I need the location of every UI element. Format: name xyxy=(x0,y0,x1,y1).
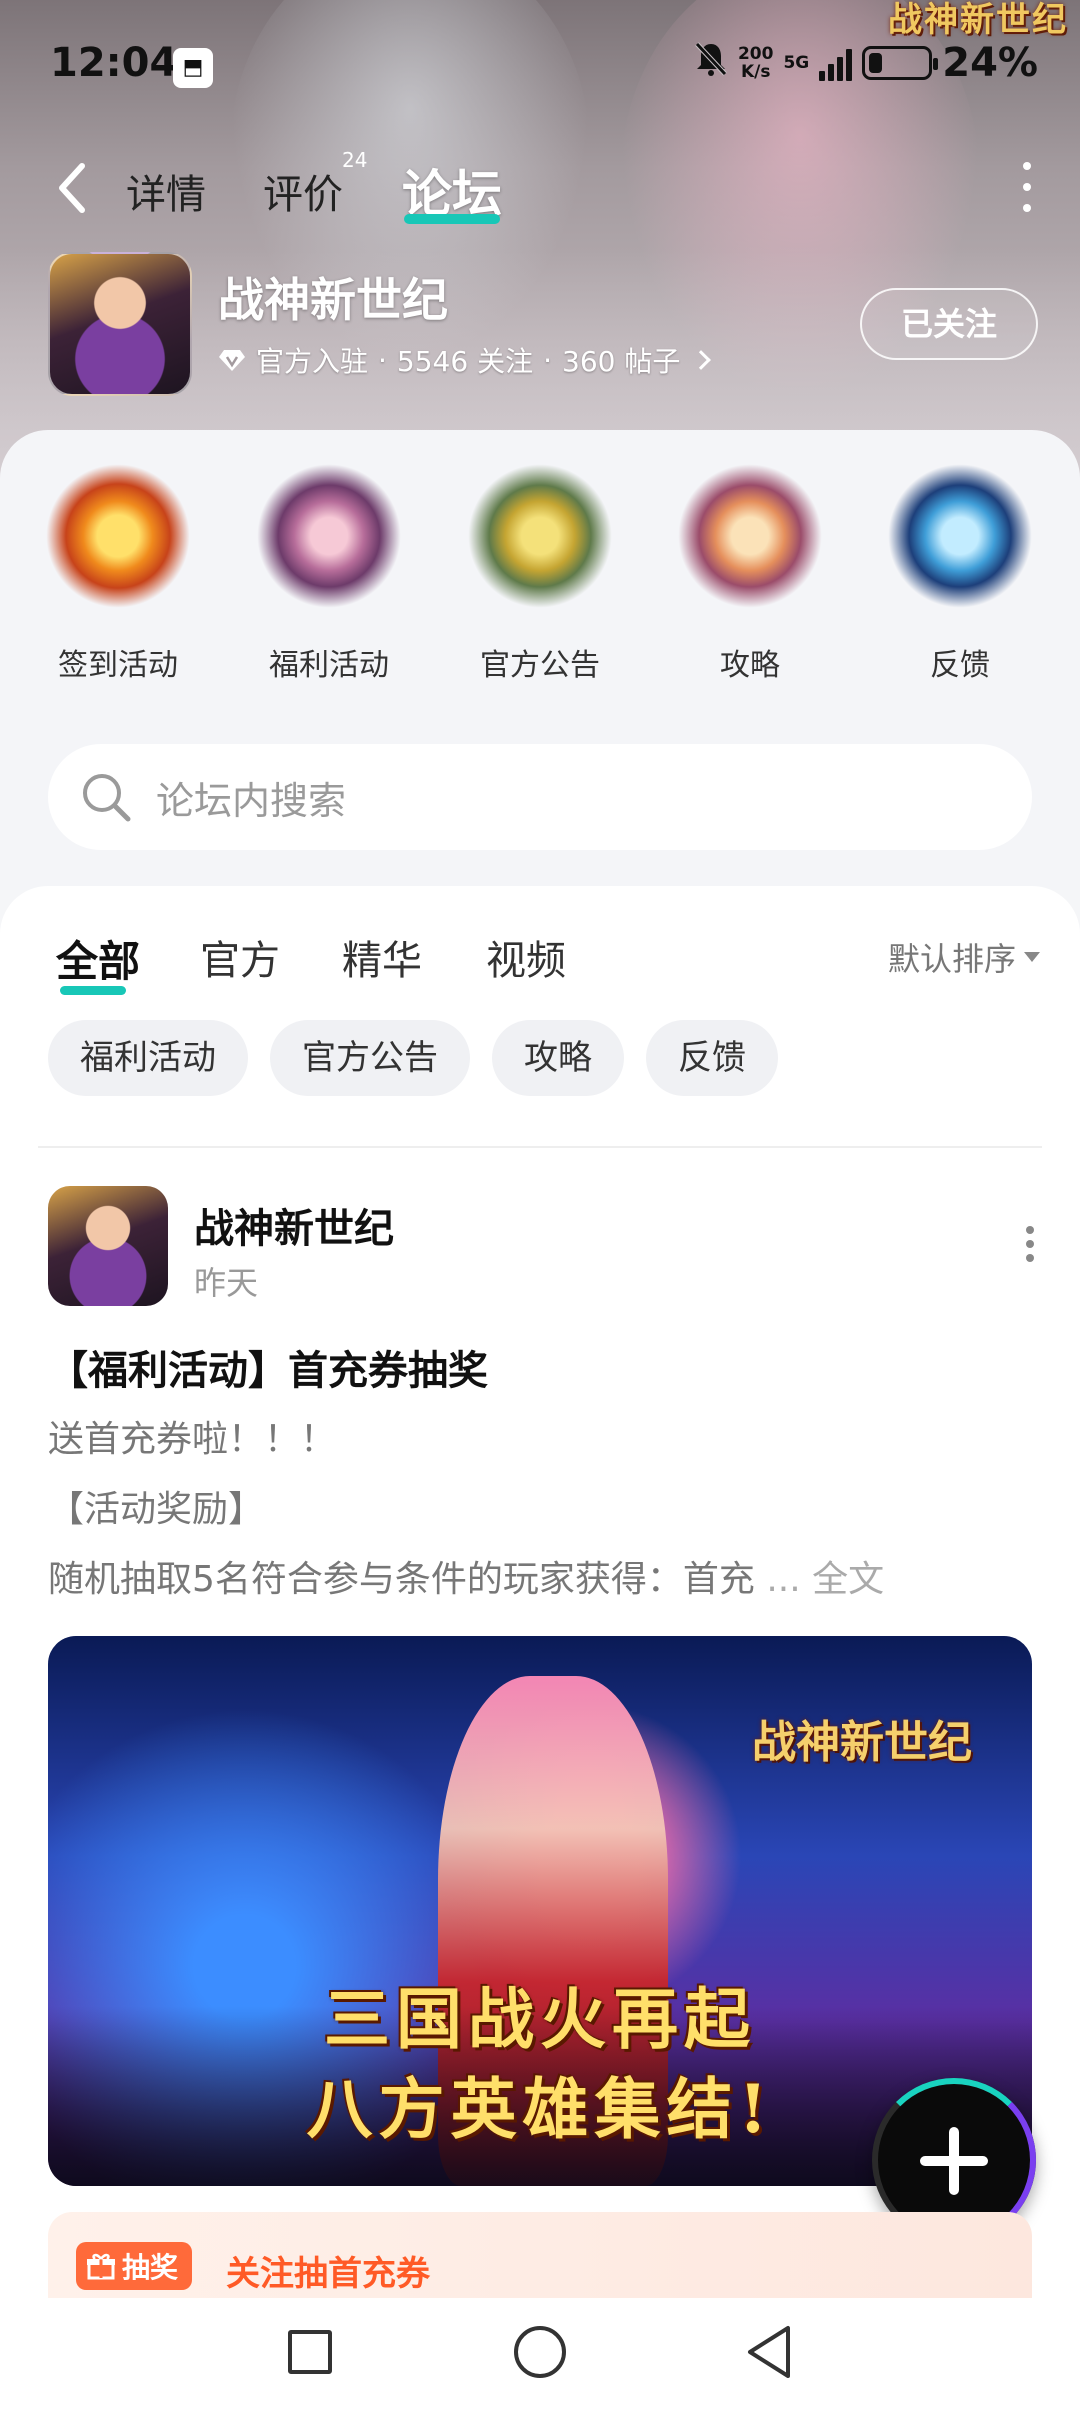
post-excerpt-line: 送首充券啦！！！ xyxy=(48,1419,337,1460)
back-triangle-icon[interactable] xyxy=(744,2322,796,2382)
welfare-hero-icon xyxy=(254,464,404,624)
filter-tabs: 全部 官方 精华 视频 默认排序 xyxy=(0,922,1080,1002)
gift-icon xyxy=(87,2253,115,2280)
status-time: 12:04 xyxy=(50,40,178,86)
posts-count: 360 帖子 xyxy=(562,345,681,378)
filter-tab-featured[interactable]: 精华 xyxy=(342,928,422,986)
category-panel: 签到活动 福利活动 官方公告 攻略 反馈 论坛内搜索 xyxy=(0,430,1080,890)
category-feedback[interactable]: 反馈 xyxy=(870,464,1050,684)
post-excerpt-line: 【活动奖励】 xyxy=(48,1489,265,1530)
lottery-badge: 抽奖 xyxy=(76,2242,193,2290)
banner-slogan: 三国战火再起 xyxy=(324,1980,756,2058)
guide-hero-icon xyxy=(675,464,825,624)
post-time: 昨天 xyxy=(194,1264,259,1302)
chevron-right-icon xyxy=(691,350,712,370)
category-checkin[interactable]: 签到活动 xyxy=(28,464,208,684)
game-stats[interactable]: 官方入驻 · 5546 关注 · 360 帖子 xyxy=(218,340,712,380)
filter-tab-video[interactable]: 视频 xyxy=(486,928,566,986)
status-bar: 12:04 ⬒ 200 K/s 5G 24% xyxy=(0,0,1080,132)
net-speed: 200 K/s xyxy=(737,44,774,82)
plus-icon xyxy=(949,2127,959,2195)
topic-chips: 福利活动 官方公告 攻略 反馈 xyxy=(48,1020,778,1096)
chip-feedback[interactable]: 反馈 xyxy=(646,1020,778,1096)
post-banner-image[interactable]: 战神新世纪 三国战火再起 八方英雄集结! xyxy=(48,1636,1032,2186)
reviews-count-badge: 24 xyxy=(342,148,368,172)
checkin-hero-icon xyxy=(43,464,193,624)
official-label: 官方入驻 xyxy=(256,345,369,378)
forum-page: 战神新世纪 12:04 ⬒ 200 K/s 5G 24% 详情 评价 24 论坛… xyxy=(0,0,1080,2412)
divider xyxy=(38,1146,1042,1148)
follow-button[interactable]: 已关注 xyxy=(860,288,1038,360)
active-tab-indicator xyxy=(404,214,500,224)
chip-announcements[interactable]: 官方公告 xyxy=(270,1020,470,1096)
battery-percent: 24% xyxy=(942,40,1038,86)
feedback-hero-icon xyxy=(885,464,1035,624)
post-more-icon[interactable] xyxy=(1024,1226,1036,1262)
game-info: 战神新世纪 官方入驻 · 5546 关注 · 360 帖子 已关注 xyxy=(48,252,1038,400)
caret-down-icon xyxy=(1024,952,1040,962)
category-guides[interactable]: 攻略 xyxy=(660,464,840,684)
home-circle-icon[interactable] xyxy=(514,2326,566,2378)
search-icon xyxy=(83,774,131,822)
promo-text: 关注抽首充券 xyxy=(226,2254,430,2294)
announcement-hero-icon xyxy=(465,464,615,624)
system-navigation-bar xyxy=(0,2298,1080,2412)
official-diamond-icon xyxy=(219,350,245,371)
top-tabs: 详情 评价 24 论坛 xyxy=(0,148,1080,228)
more-options-icon[interactable] xyxy=(1012,162,1042,212)
game-icon[interactable] xyxy=(48,252,192,396)
tab-details[interactable]: 详情 xyxy=(126,162,206,220)
network-type: 5G xyxy=(783,53,810,73)
post-author-name[interactable]: 战神新世纪 xyxy=(194,1196,394,1254)
forum-search-input[interactable]: 论坛内搜索 xyxy=(48,744,1032,850)
battery-icon xyxy=(862,46,939,80)
app-notification-icon: ⬒ xyxy=(173,48,213,88)
chip-guides[interactable]: 攻略 xyxy=(492,1020,624,1096)
read-full-link[interactable]: 全文 xyxy=(812,1559,884,1600)
filter-tab-all[interactable]: 全部 xyxy=(56,928,140,989)
followers-count: 5546 关注 xyxy=(396,345,534,378)
sort-dropdown[interactable]: 默认排序 xyxy=(888,934,1040,980)
post-excerpt-line: 随机抽取5名符合参与条件的玩家获得：首充 ... 全文 xyxy=(48,1559,885,1600)
mute-bell-icon xyxy=(694,41,728,85)
game-name: 战神新世纪 xyxy=(218,273,448,327)
game-header: 战神新世纪 12:04 ⬒ 200 K/s 5G 24% 详情 评价 24 论坛… xyxy=(0,0,1080,480)
category-announcements[interactable]: 官方公告 xyxy=(450,464,630,684)
filter-tab-official[interactable]: 官方 xyxy=(200,928,280,986)
post-title[interactable]: 【福利活动】首充券抽奖 xyxy=(48,1338,488,1396)
recents-square-icon[interactable] xyxy=(288,2330,332,2374)
back-arrow-icon[interactable] xyxy=(52,160,96,216)
category-welfare[interactable]: 福利活动 xyxy=(239,464,419,684)
banner-game-logo: 战神新世纪 xyxy=(752,1717,972,1768)
tab-reviews[interactable]: 评价 xyxy=(263,162,343,220)
signal-icon xyxy=(819,45,853,81)
search-placeholder: 论坛内搜索 xyxy=(156,778,347,823)
filter-tab-indicator xyxy=(60,986,126,995)
post-author-avatar[interactable] xyxy=(48,1186,168,1306)
chip-welfare[interactable]: 福利活动 xyxy=(48,1020,248,1096)
